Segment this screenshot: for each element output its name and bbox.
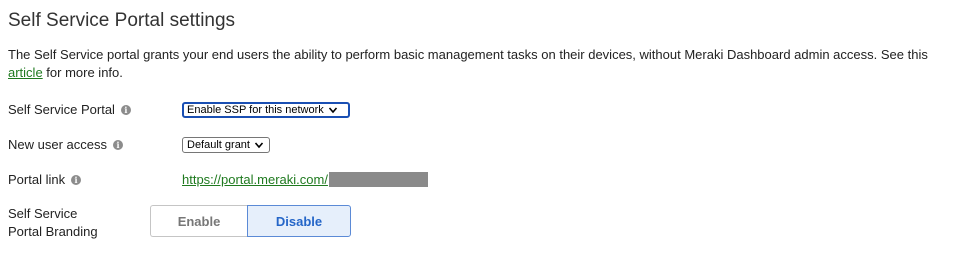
ssp-row-label: Self Service Portal i — [8, 102, 131, 117]
branding-label-line2: Portal Branding — [8, 224, 98, 239]
portal-link-label: Portal link — [8, 172, 66, 187]
description-text-end: for more info. — [42, 65, 123, 80]
article-link[interactable]: article — [8, 65, 43, 80]
info-icon[interactable]: i — [71, 174, 82, 185]
portal-link-row-label: Portal link i — [8, 172, 82, 187]
info-icon[interactable]: i — [112, 139, 123, 150]
branding-row-label: Self Service Portal Branding — [8, 205, 98, 241]
new-user-access-select[interactable]: Default grant — [182, 137, 270, 153]
chevron-down-icon — [254, 142, 264, 149]
ssp-select[interactable]: Enable SSP for this network — [182, 102, 350, 118]
info-icon[interactable]: i — [120, 104, 131, 115]
redacted-block — [328, 172, 428, 187]
enable-button[interactable]: Enable — [150, 205, 247, 237]
ssp-select-value: Enable SSP for this network — [187, 104, 324, 116]
branding-toggle-group: Enable Disable — [150, 205, 351, 237]
chevron-down-icon — [328, 107, 337, 114]
new-user-access-select-value: Default grant — [187, 139, 250, 151]
portal-link[interactable]: https://portal.meraki.com/ — [182, 172, 328, 187]
portal-link-value: https://portal.meraki.com/ — [182, 172, 428, 187]
page-description: The Self Service portal grants your end … — [8, 46, 958, 82]
ssp-label: Self Service Portal — [8, 102, 115, 117]
description-text: The Self Service portal grants your end … — [8, 47, 928, 62]
new-user-access-row-label: New user access i — [8, 137, 123, 152]
new-user-access-label: New user access — [8, 137, 107, 152]
branding-label-line1: Self Service — [8, 206, 78, 221]
page-title: Self Service Portal settings — [8, 10, 236, 31]
disable-button[interactable]: Disable — [247, 205, 351, 237]
